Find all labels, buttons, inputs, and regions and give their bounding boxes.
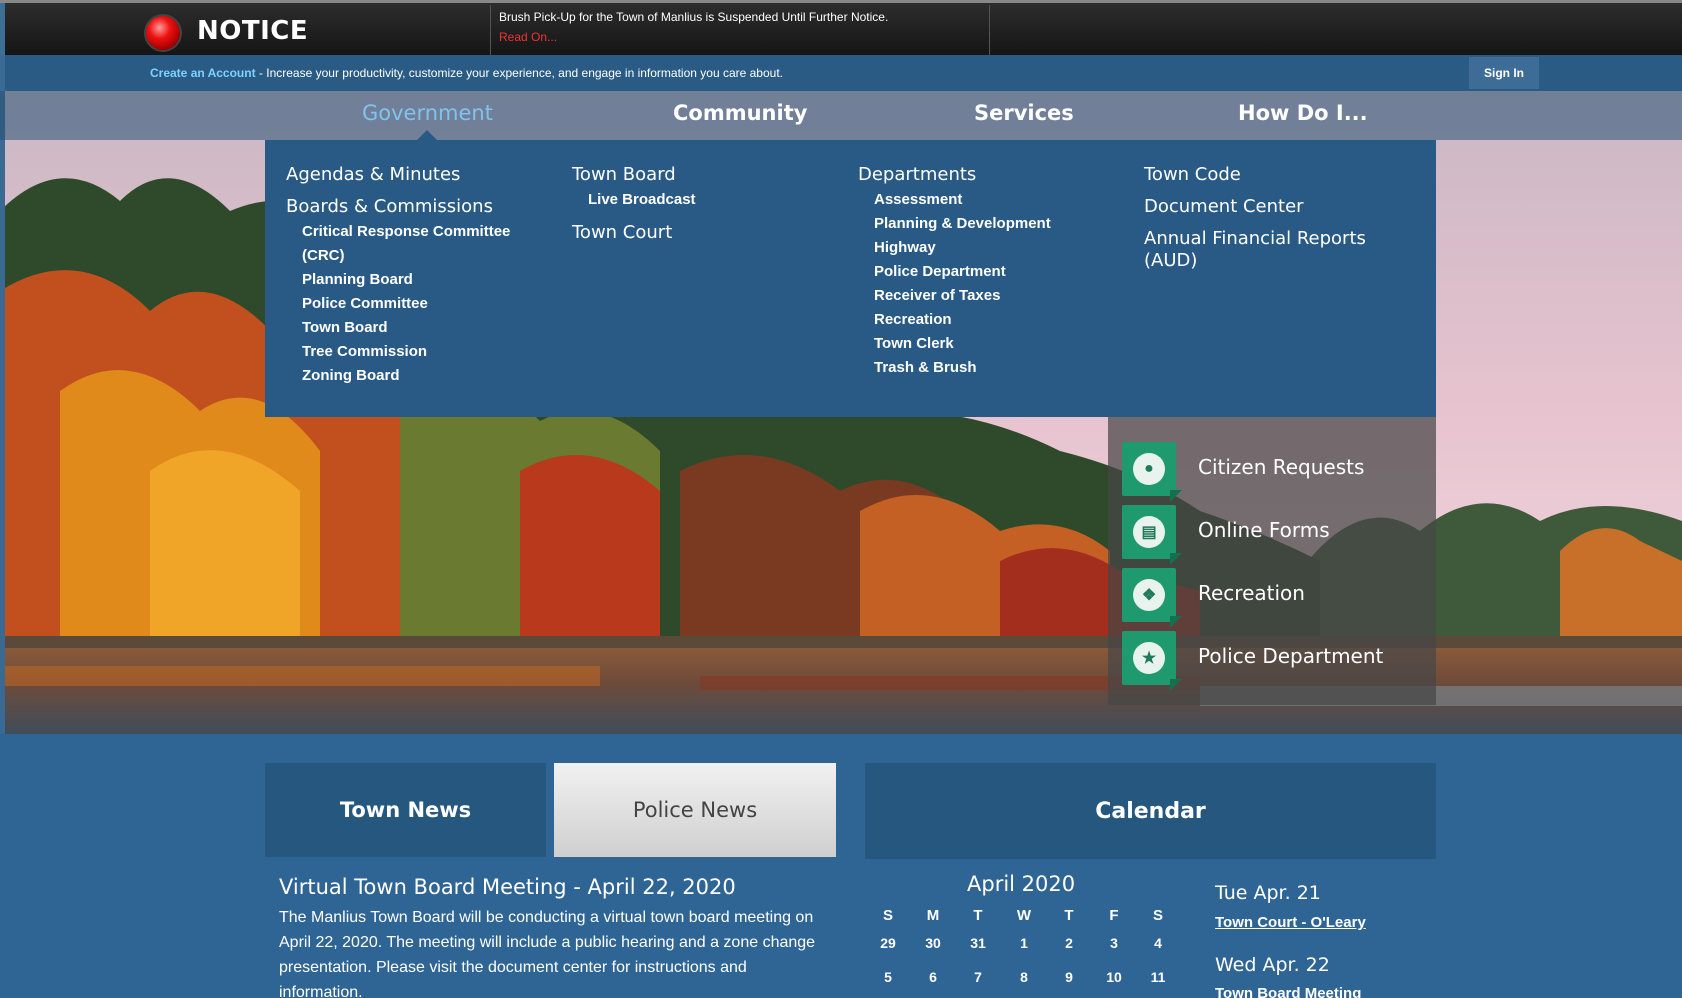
government-mega-menu: Agendas & Minutes Boards & Commissions C… [265,140,1436,417]
menu-annual-financial-reports[interactable]: Annual Financial Reports [1144,228,1366,250]
calendar-day[interactable]: 30 [913,935,953,951]
calendar-day[interactable]: 6 [913,969,953,985]
police-badge-icon: ★ [1122,631,1176,685]
left-strip [0,3,5,58]
notice-title: NOTICE [197,16,309,46]
menu-crc[interactable]: (CRC) [286,244,510,268]
quick-link-label: Citizen Requests [1198,455,1365,479]
weekday-label: T [1064,907,1074,924]
person-icon: ● [1122,442,1176,496]
calendar-month: April 2020 [967,872,1076,896]
menu-town-code[interactable]: Town Code [1144,164,1366,186]
calendar-day[interactable]: 3 [1094,935,1134,951]
calendar-day[interactable]: 29 [868,935,908,951]
menu-highway[interactable]: Highway [858,236,1051,260]
nav-government[interactable]: Government [362,101,493,125]
create-account-link[interactable]: Create an Account [150,66,256,80]
menu-tree-commission[interactable]: Tree Commission [286,340,510,364]
news-body: The Manlius Town Board will be conductin… [279,909,816,998]
nav-services[interactable]: Services [974,101,1074,125]
event-link[interactable]: Town Court - O'Leary [1215,914,1366,931]
event-date: Tue Apr. 21 [1215,882,1321,904]
football-icon: ❖ [1122,568,1176,622]
menu-departments[interactable]: Departments [858,164,1051,186]
menu-agendas-minutes[interactable]: Agendas & Minutes [286,164,510,186]
menu-document-center[interactable]: Document Center [1144,196,1366,218]
quick-link-label: Recreation [1198,581,1305,605]
nav-caret-icon [417,130,437,140]
menu-town-board[interactable]: Town Board [572,164,696,186]
menu-column-1: Agendas & Minutes Boards & Commissions C… [286,164,510,398]
account-text: Create an Account - Increase your produc… [150,66,783,80]
departments-submenu: Assessment Planning & Development Highwa… [858,188,1051,380]
boards-submenu: Critical Response Committee (CRC) Planni… [286,220,510,388]
menu-town-court[interactable]: Town Court [572,222,696,244]
weekday-label: W [1016,907,1032,924]
weekday-label: T [973,907,983,924]
calendar-day[interactable]: 11 [1138,969,1178,985]
menu-police-committee[interactable]: Police Committee [286,292,510,316]
menu-receiver-of-taxes[interactable]: Receiver of Taxes [858,284,1051,308]
quick-link-citizen-requests[interactable]: ● Citizen Requests [1122,442,1422,498]
weekday-label: M [926,907,940,924]
calendar-day[interactable]: 5 [868,969,908,985]
quick-link-recreation[interactable]: ❖ Recreation [1122,568,1422,624]
calendar-day[interactable]: 2 [1049,935,1089,951]
main-nav: Government Community Services How Do I..… [0,91,1682,140]
town-board-submenu: Live Broadcast [572,188,696,212]
calendar-day[interactable]: 4 [1138,935,1178,951]
menu-column-2: Town Board Live Broadcast Town Court [572,164,696,254]
menu-town-clerk[interactable]: Town Clerk [858,332,1051,356]
menu-boards-commissions[interactable]: Boards & Commissions [286,196,510,218]
account-bar: Create an Account - Increase your produc… [0,55,1682,91]
weekday-label: S [1152,907,1163,924]
event-date: Wed Apr. 22 [1215,954,1330,976]
quick-link-label: Police Department [1198,644,1384,668]
calendar-day[interactable]: 31 [958,935,998,951]
menu-town-board-sub[interactable]: Town Board [286,316,510,340]
forms-icon: ▤ [1122,505,1176,559]
calendar-day[interactable]: 7 [958,969,998,985]
calendar-day[interactable]: 8 [1004,969,1044,985]
menu-live-broadcast[interactable]: Live Broadcast [572,188,696,212]
notice-message-box: Brush Pick-Up for the Town of Manlius is… [490,5,990,56]
menu-aud[interactable]: (AUD) [1144,250,1366,272]
calendar-day[interactable]: 9 [1049,969,1089,985]
menu-planning-development[interactable]: Planning & Development [858,212,1051,236]
calendar-header[interactable]: Calendar [865,763,1436,859]
calendar-day[interactable]: 10 [1094,969,1134,985]
menu-police-department[interactable]: Police Department [858,260,1051,284]
quick-link-label: Online Forms [1198,518,1330,542]
sign-in-button[interactable]: Sign In [1469,57,1539,89]
quick-links-panel: ● Citizen Requests ▤ Online Forms ❖ Recr… [1108,417,1436,705]
weekday-label: F [1109,907,1119,924]
notice-message: Brush Pick-Up for the Town of Manlius is… [499,10,889,24]
read-on-link[interactable]: Read On... [499,30,981,44]
news-title[interactable]: Virtual Town Board Meeting - April 22, 2… [279,875,736,899]
menu-column-4: Town Code Document Center Annual Financi… [1144,164,1366,282]
quick-link-online-forms[interactable]: ▤ Online Forms [1122,505,1422,561]
menu-zoning-board[interactable]: Zoning Board [286,364,510,388]
menu-trash-brush[interactable]: Trash & Brush [858,356,1051,380]
event-link[interactable]: Town Board Meeting [1215,985,1361,998]
account-tagline: - Increase your productivity, customize … [255,66,783,80]
menu-assessment[interactable]: Assessment [858,188,1051,212]
weekday-label: S [882,907,893,924]
menu-recreation[interactable]: Recreation [858,308,1051,332]
menu-critical-response-committee[interactable]: Critical Response Committee [286,220,510,244]
calendar-day[interactable]: 1 [1004,935,1044,951]
nav-community[interactable]: Community [673,101,807,125]
quick-link-police-department[interactable]: ★ Police Department [1122,631,1422,687]
alert-bulb-icon [146,16,180,50]
nav-how-do-i[interactable]: How Do I... [1238,101,1368,125]
tab-town-news[interactable]: Town News [265,763,546,857]
tab-police-news[interactable]: Police News [554,763,836,857]
notice-bar: NOTICE Brush Pick-Up for the Town of Man… [0,0,1682,58]
menu-planning-board[interactable]: Planning Board [286,268,510,292]
menu-column-3: Departments Assessment Planning & Develo… [858,164,1051,390]
